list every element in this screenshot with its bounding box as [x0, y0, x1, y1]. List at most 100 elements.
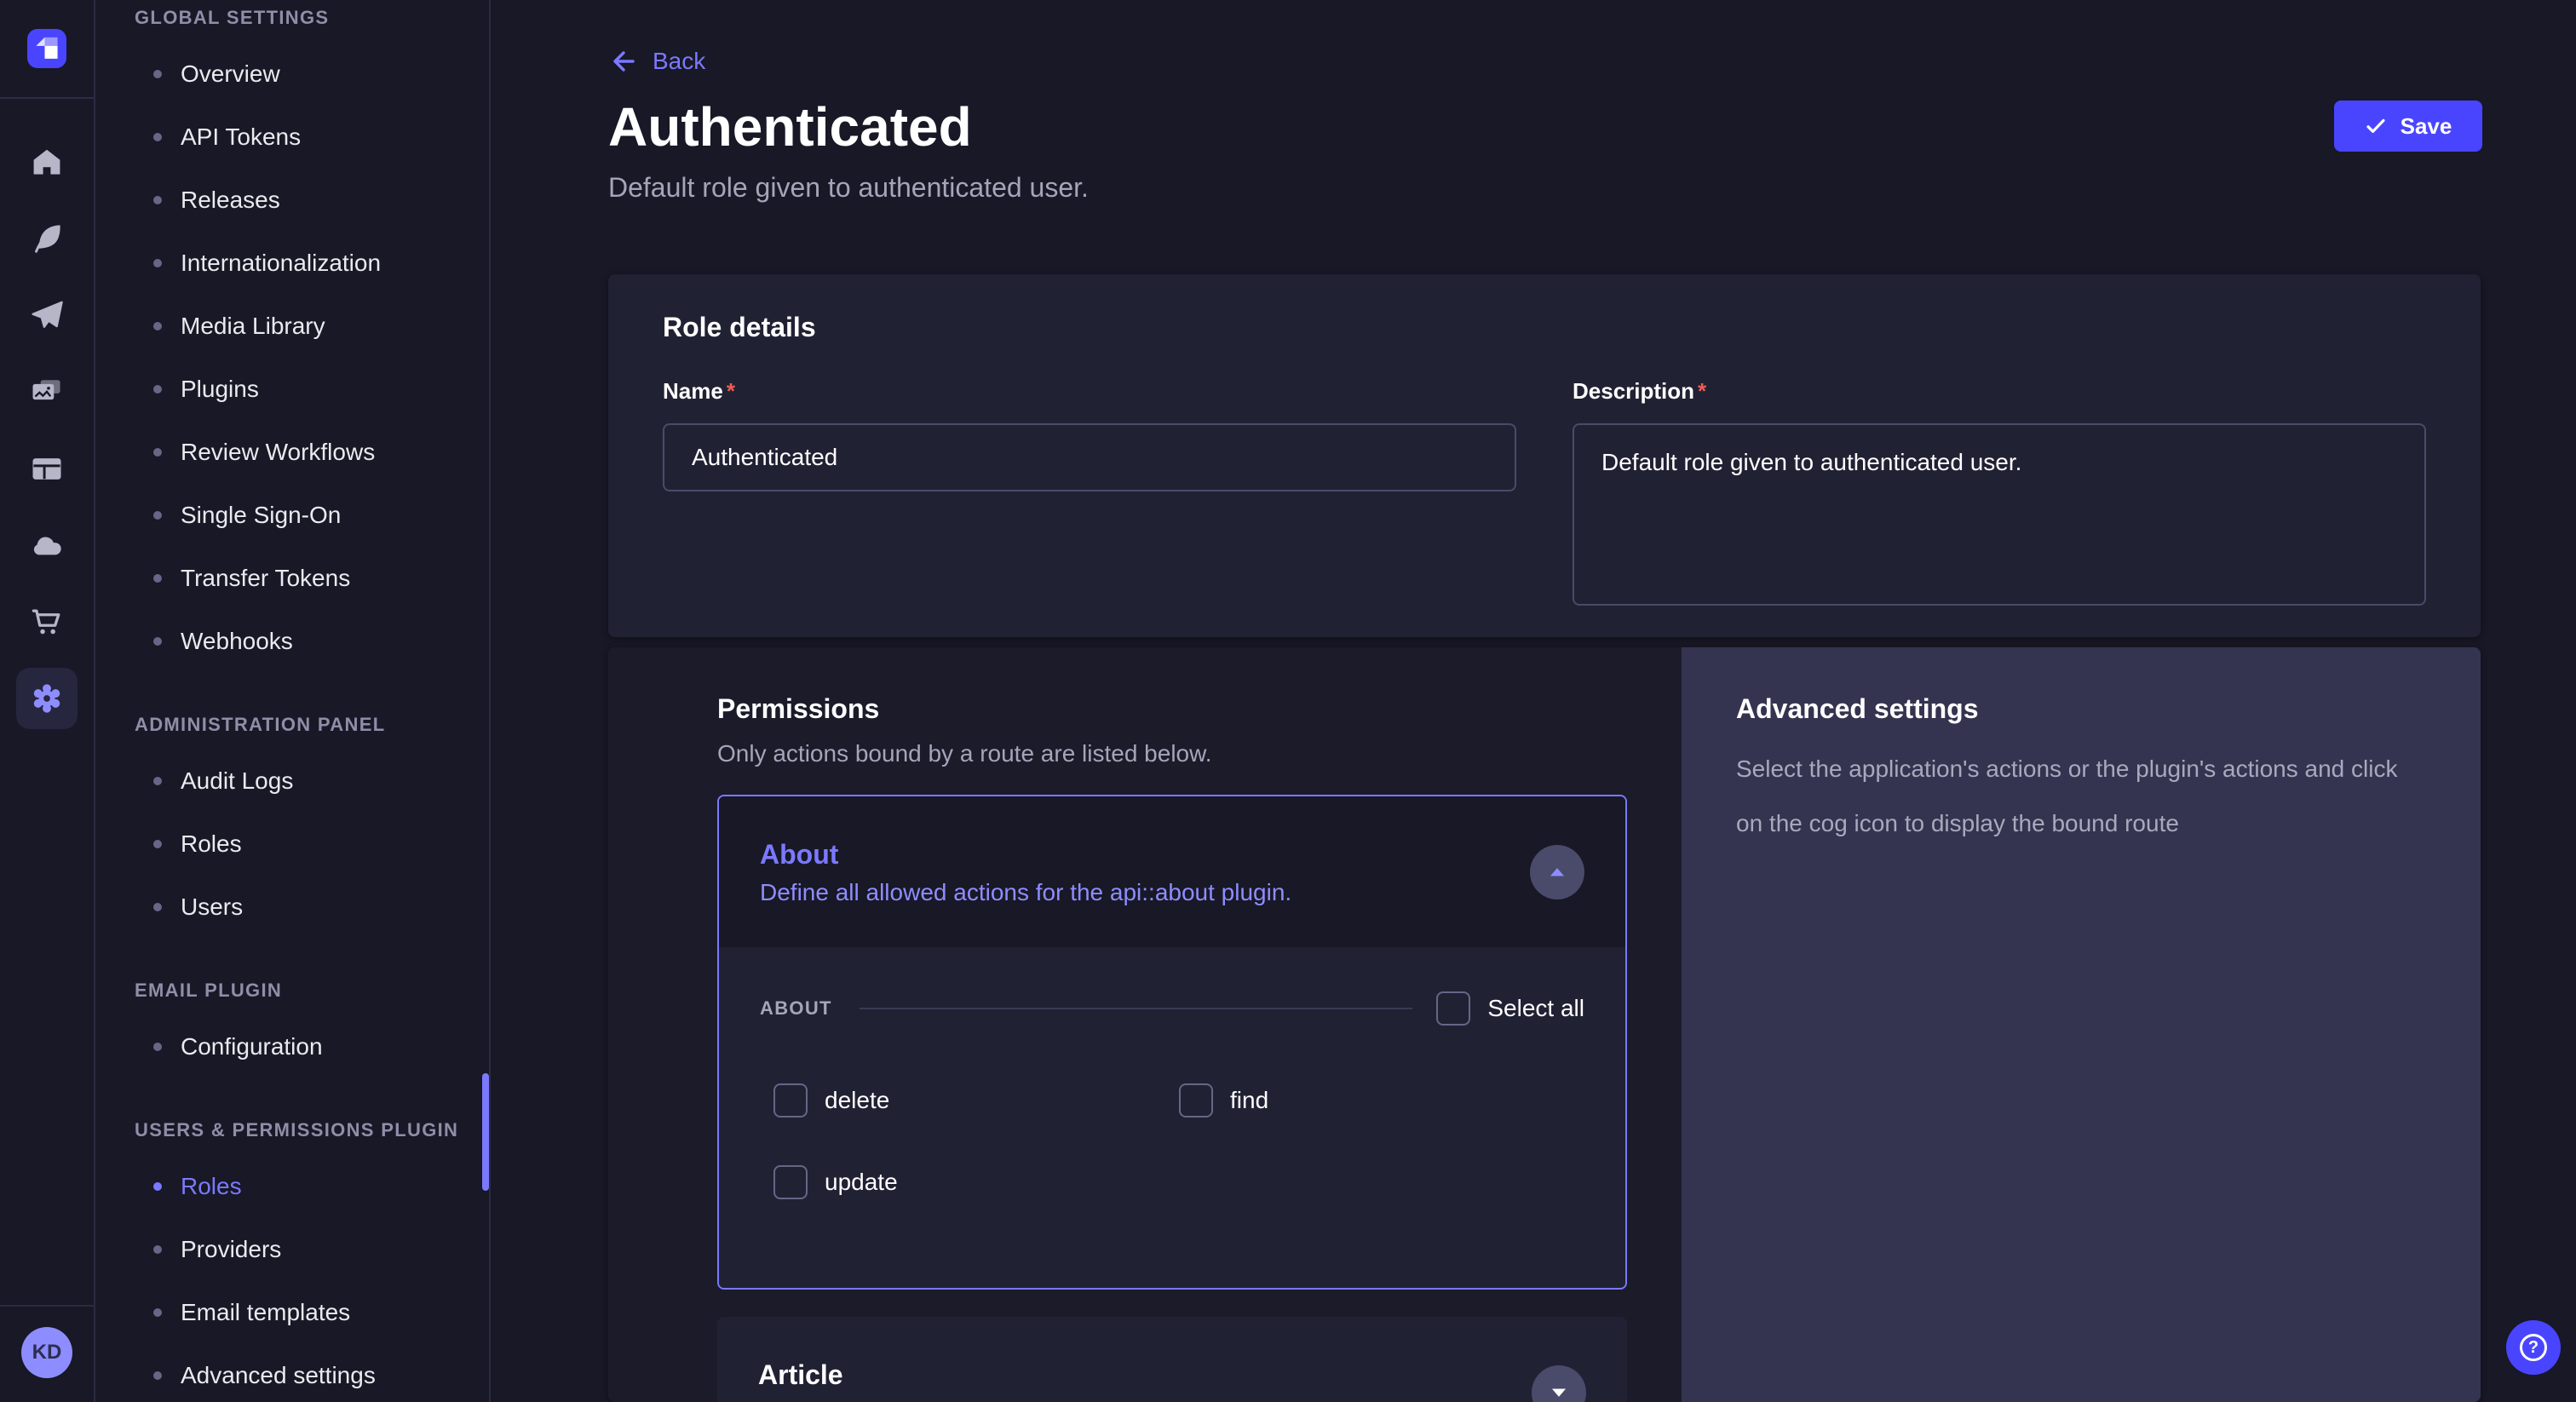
- content-layout-icon[interactable]: [16, 438, 78, 499]
- sidebar-item-label: Transfer Tokens: [181, 565, 350, 592]
- question-mark-icon: ?: [2520, 1334, 2547, 1361]
- permissions-title: Permissions: [717, 693, 1627, 725]
- role-details-title: Role details: [663, 312, 2426, 343]
- bullet-icon: [153, 133, 162, 141]
- description-input[interactable]: Default role given to authenticated user…: [1573, 423, 2426, 606]
- action-label: update: [825, 1169, 898, 1196]
- sidebar-item-media-library[interactable]: Media Library: [135, 295, 489, 358]
- save-label: Save: [2401, 113, 2452, 140]
- sidebar-item-label: Media Library: [181, 313, 325, 340]
- permissions-subtitle: Only actions bound by a route are listed…: [717, 740, 1627, 767]
- strapi-settings-page: KD GLOBAL SETTINGSOverviewAPI TokensRele…: [0, 0, 2576, 1402]
- sidebar-item-label: Configuration: [181, 1033, 323, 1060]
- cart-icon[interactable]: [16, 591, 78, 652]
- settings-nav-sections: GLOBAL SETTINGSOverviewAPI TokensRelease…: [135, 7, 489, 1402]
- bullet-icon: [153, 1182, 162, 1191]
- action-checkbox-delete[interactable]: delete: [773, 1083, 1179, 1118]
- icon-nav: [16, 116, 78, 729]
- checkbox-icon[interactable]: [1179, 1083, 1213, 1118]
- nav-section-users-permissions-plugin: USERS & PERMISSIONS PLUGINRolesProviders…: [135, 1119, 489, 1402]
- checkbox-icon[interactable]: [1436, 991, 1470, 1026]
- sidebar-item-roles[interactable]: Roles: [135, 813, 489, 876]
- sidebar-item-api-tokens[interactable]: API Tokens: [135, 106, 489, 169]
- accordion-article-title: Article: [758, 1359, 1508, 1391]
- expand-button[interactable]: [1532, 1365, 1586, 1402]
- description-label-text: Description: [1573, 378, 1694, 404]
- checkbox-icon[interactable]: [773, 1165, 808, 1199]
- media-library-icon[interactable]: [16, 361, 78, 422]
- sidebar-item-label: Plugins: [181, 376, 259, 403]
- bullet-icon: [153, 196, 162, 204]
- accordion-article-header[interactable]: Article Define all allowed actions for t…: [717, 1317, 1627, 1402]
- sidebar-item-label: Releases: [181, 187, 280, 214]
- avatar[interactable]: KD: [21, 1327, 72, 1378]
- action-checkbox-update[interactable]: update: [773, 1165, 1179, 1199]
- sidebar-item-releases[interactable]: Releases: [135, 169, 489, 232]
- permissions-panel: Permissions Only actions bound by a rout…: [608, 647, 1682, 1402]
- sidebar-item-label: Audit Logs: [181, 767, 293, 795]
- strapi-logo[interactable]: [27, 29, 66, 68]
- accordion-about-header[interactable]: About Define all allowed actions for the…: [719, 796, 1625, 947]
- sidebar-item-label: Users: [181, 893, 243, 921]
- sidebar-item-single-sign-on[interactable]: Single Sign-On: [135, 484, 489, 547]
- sidebar-item-configuration[interactable]: Configuration: [135, 1015, 489, 1078]
- nav-section-email-plugin: EMAIL PLUGIN Configuration: [135, 980, 489, 1078]
- check-icon: [2365, 115, 2387, 137]
- bullet-icon: [153, 903, 162, 911]
- name-label-text: Name: [663, 378, 723, 404]
- nav-section-label: EMAIL PLUGIN: [135, 980, 489, 1002]
- about-actions-grid: delete find update: [773, 1083, 1584, 1199]
- sidebar-item-overview[interactable]: Overview: [135, 43, 489, 106]
- settings-nav: GLOBAL SETTINGSOverviewAPI TokensRelease…: [97, 0, 491, 1402]
- sidebar-item-label: Single Sign-On: [181, 502, 341, 529]
- feather-icon[interactable]: [16, 208, 78, 269]
- accordion-article: Article Define all allowed actions for t…: [717, 1317, 1627, 1402]
- sidebar-item-plugins[interactable]: Plugins: [135, 358, 489, 421]
- bullet-icon: [153, 259, 162, 267]
- bullet-icon: [153, 840, 162, 848]
- main-content: Back Authenticated Default role given to…: [491, 0, 2576, 1402]
- action-label: delete: [825, 1087, 889, 1114]
- select-all-checkbox[interactable]: Select all: [1436, 991, 1584, 1026]
- sidebar-item-transfer-tokens[interactable]: Transfer Tokens: [135, 547, 489, 610]
- bullet-icon: [153, 1043, 162, 1051]
- bullet-icon: [153, 70, 162, 78]
- about-group-label: ABOUT: [760, 997, 832, 1020]
- sidebar-item-label: API Tokens: [181, 124, 301, 151]
- sidebar-item-label: Roles: [181, 830, 242, 858]
- sidebar-item-advanced-settings[interactable]: Advanced settings: [135, 1344, 489, 1402]
- advanced-settings-panel: Advanced settings Select the application…: [1682, 647, 2481, 1402]
- scrollbar-thumb[interactable]: [482, 1073, 489, 1191]
- select-all-label: Select all: [1487, 995, 1584, 1022]
- help-button[interactable]: ?: [2506, 1320, 2561, 1375]
- permissions-card: Permissions Only actions bound by a rout…: [608, 647, 2481, 1402]
- sidebar-item-roles[interactable]: Roles: [135, 1155, 489, 1218]
- paper-plane-icon[interactable]: [16, 284, 78, 346]
- sidebar-item-label: Providers: [181, 1236, 281, 1263]
- name-input[interactable]: [663, 423, 1516, 491]
- action-checkbox-find[interactable]: find: [1179, 1083, 1584, 1118]
- cloud-icon[interactable]: [16, 514, 78, 576]
- accordion-about-title: About: [760, 839, 1506, 871]
- page-title: Authenticated: [608, 95, 972, 158]
- bullet-icon: [153, 385, 162, 394]
- sidebar-item-label: Internationalization: [181, 250, 381, 277]
- save-button[interactable]: Save: [2334, 101, 2482, 152]
- sidebar-item-providers[interactable]: Providers: [135, 1218, 489, 1281]
- icon-sidebar-bottom: KD: [0, 1305, 94, 1402]
- sidebar-item-email-templates[interactable]: Email templates: [135, 1281, 489, 1344]
- sidebar-item-audit-logs[interactable]: Audit Logs: [135, 750, 489, 813]
- bullet-icon: [153, 1371, 162, 1380]
- advanced-settings-body: Select the application's actions or the …: [1736, 742, 2418, 851]
- back-link[interactable]: Back: [608, 46, 705, 77]
- settings-gear-icon[interactable]: [16, 668, 78, 729]
- collapse-button[interactable]: [1530, 845, 1584, 899]
- home-icon[interactable]: [16, 131, 78, 192]
- sidebar-item-review-workflows[interactable]: Review Workflows: [135, 421, 489, 484]
- sidebar-item-webhooks[interactable]: Webhooks: [135, 610, 489, 673]
- sidebar-item-internationalization[interactable]: Internationalization: [135, 232, 489, 295]
- strapi-logo-glyph: [27, 29, 66, 68]
- sidebar-item-users[interactable]: Users: [135, 876, 489, 939]
- checkbox-icon[interactable]: [773, 1083, 808, 1118]
- sidebar-item-label: Webhooks: [181, 628, 293, 655]
